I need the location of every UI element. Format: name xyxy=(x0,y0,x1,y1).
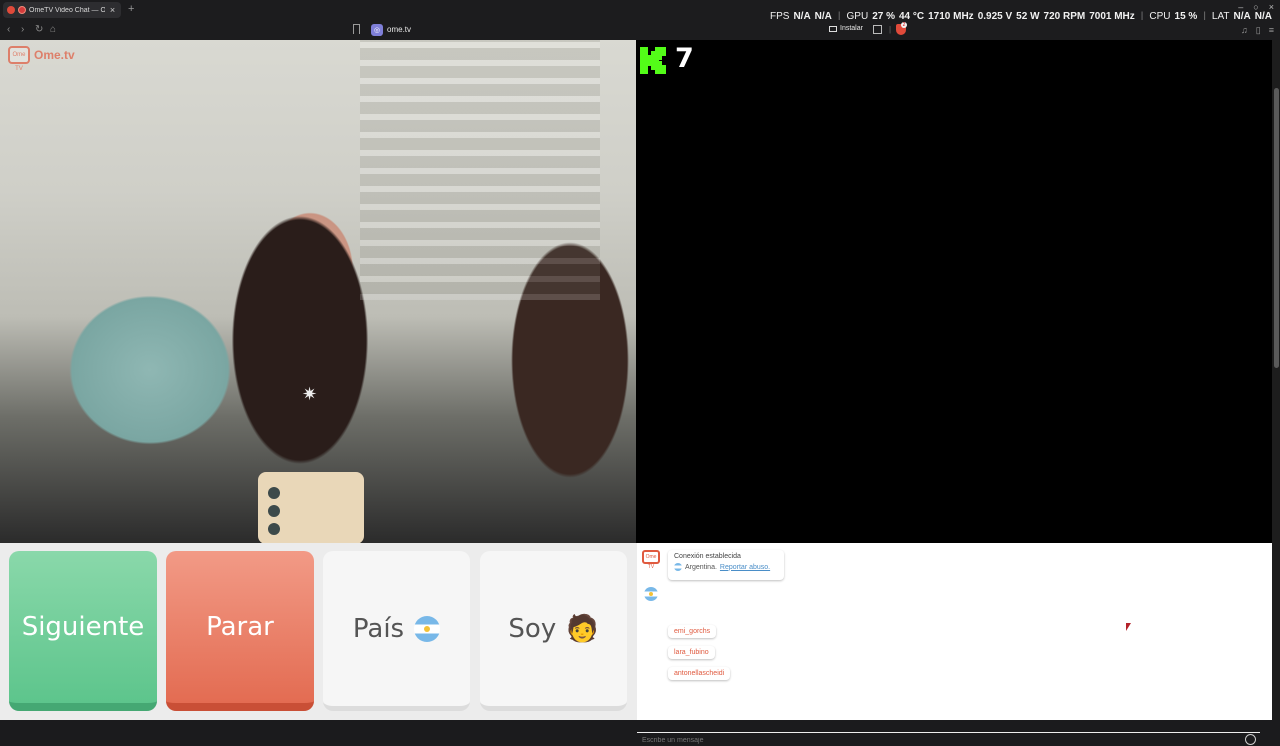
brand-name: Ome.tv xyxy=(34,48,75,62)
controls-panel: Siguiente Parar País Soy 🧑 xyxy=(0,543,637,720)
partner-location: Argentina. Reportar abuso. xyxy=(674,563,778,571)
close-window-button[interactable]: × xyxy=(1269,2,1274,12)
minimize-button[interactable]: – xyxy=(1238,2,1243,12)
address-bar: ‹ › ↻ ⌂ ◎ ome.tv Instalar | 2 ♫ ▯ ≡ xyxy=(0,20,1280,40)
tab-title: OmeTV Video Chat — Omeg xyxy=(29,6,105,14)
kick-logo-icon xyxy=(640,47,666,74)
bookmark-icon[interactable] xyxy=(353,24,360,34)
media-icon[interactable]: ♫ xyxy=(1241,25,1248,36)
chat-message: antonellascheidi xyxy=(668,667,731,680)
monitor-icon xyxy=(829,25,837,32)
next-button[interactable]: Siguiente xyxy=(9,551,157,711)
argentina-flag-icon xyxy=(414,615,441,642)
divider: | xyxy=(889,25,892,34)
necklace: ✷ xyxy=(302,384,318,404)
page-viewport: ✷ Ome TV Ome.tv 7 Siguiente Parar País S… xyxy=(0,40,1280,745)
chat-message: emi_gorchs xyxy=(668,625,717,638)
page-scrollbar[interactable] xyxy=(1272,40,1280,720)
maximize-button[interactable]: ○ xyxy=(1253,2,1258,12)
viewer-count: 7 xyxy=(675,43,694,74)
translate-icon[interactable] xyxy=(873,25,882,34)
stop-button[interactable]: Parar xyxy=(166,551,314,711)
new-tab-button[interactable]: + xyxy=(128,3,134,15)
argentina-flag-icon xyxy=(674,563,682,571)
report-abuse-link[interactable]: Reportar abuso. xyxy=(720,564,770,571)
chat-message: lara_fubino xyxy=(668,646,715,659)
forward-button[interactable]: › xyxy=(21,24,24,36)
shields-badge: 2 xyxy=(901,22,907,28)
install-label: Instalar xyxy=(840,25,863,32)
phone xyxy=(258,472,364,543)
media-playing-icon xyxy=(7,6,15,14)
system-message: Conexión establecida Argentina. Reportar… xyxy=(668,550,784,580)
emoji-icon[interactable] xyxy=(1245,734,1256,745)
local-video: ✷ Ome TV Ome.tv xyxy=(0,40,636,543)
ometv-favicon-icon xyxy=(18,6,26,14)
stop-label: Parar xyxy=(206,612,274,642)
close-tab-icon[interactable]: × xyxy=(108,5,117,15)
install-app-button[interactable]: Instalar xyxy=(829,25,863,32)
next-label: Siguiente xyxy=(21,612,145,642)
site-info-icon[interactable]: ◎ xyxy=(371,24,383,36)
scrollbar-thumb[interactable] xyxy=(1274,88,1279,368)
phone-camera xyxy=(268,487,280,499)
mouse-cursor-icon xyxy=(1126,623,1131,631)
brick-wall xyxy=(360,40,600,300)
back-button[interactable]: ‹ xyxy=(7,24,10,36)
tab-bar: OmeTV Video Chat — Omeg × + FPS N/A N/A … xyxy=(0,0,1280,22)
url-field[interactable]: ome.tv xyxy=(387,25,411,34)
menu-icon[interactable]: ≡ xyxy=(1269,25,1274,36)
ometv-logo-icon: Ome TV xyxy=(642,550,660,570)
browser-tab[interactable]: OmeTV Video Chat — Omeg × xyxy=(3,2,121,18)
home-button[interactable]: ⌂ xyxy=(50,24,56,36)
message-input[interactable] xyxy=(642,735,1232,745)
partner-flag-icon xyxy=(644,587,658,601)
gender-label: Soy xyxy=(508,613,557,644)
ometv-logo-icon: Ome TV xyxy=(8,46,30,72)
sidebar-icon[interactable]: ▯ xyxy=(1256,25,1261,36)
reload-button[interactable]: ↻ xyxy=(35,24,43,36)
chat-panel: Ome TV Conexión establecida Argentina. R… xyxy=(637,543,1272,745)
person-icon: 🧑 xyxy=(566,613,599,644)
gender-button[interactable]: Soy 🧑 xyxy=(480,551,627,711)
country-label: País xyxy=(352,613,405,644)
partner-country: Argentina. xyxy=(685,563,717,571)
ometv-watermark: Ome TV Ome.tv xyxy=(8,46,75,72)
connection-status: Conexión establecida xyxy=(674,553,741,560)
toolbar-right: ♫ ▯ ≡ xyxy=(1241,25,1274,36)
window-controls: – ○ × xyxy=(1238,2,1274,12)
country-button[interactable]: País xyxy=(323,551,470,711)
remote-video: 7 xyxy=(637,40,1272,543)
